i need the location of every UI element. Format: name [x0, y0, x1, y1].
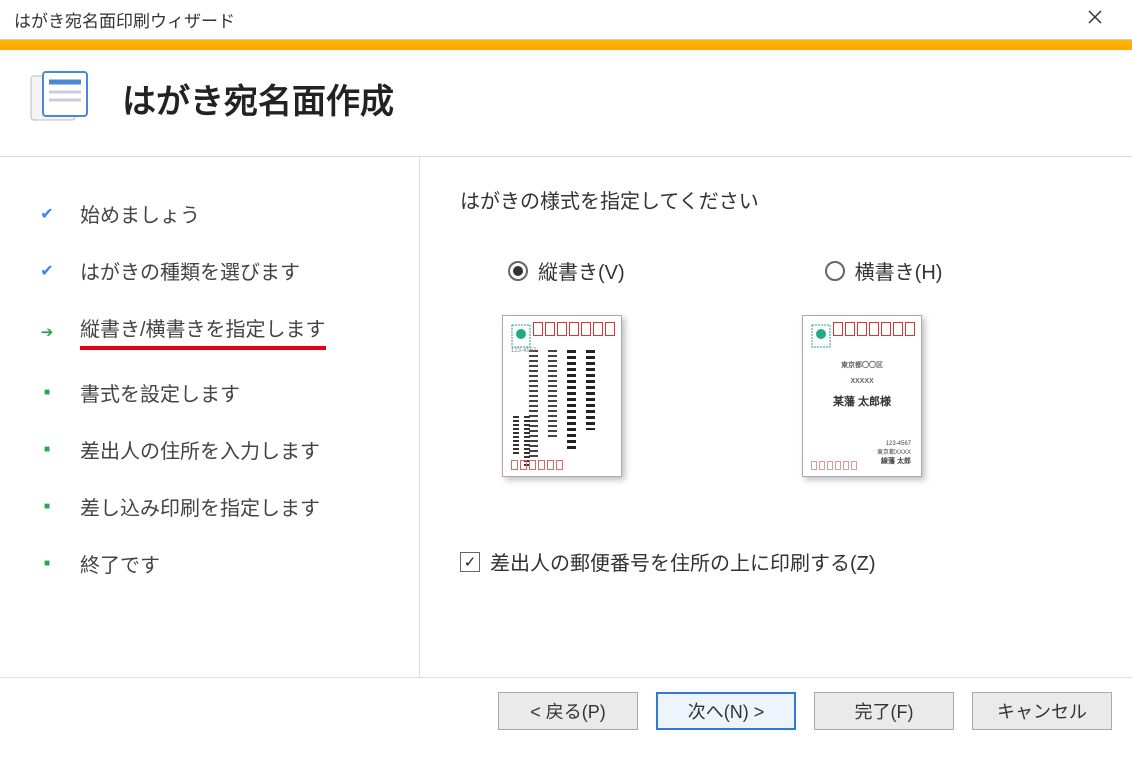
checkbox-label: 差出人の郵便番号を住所の上に印刷する(Z) [490, 547, 876, 576]
accent-strip [0, 40, 1132, 50]
radio-vertical[interactable]: 縦書き(V) [508, 256, 625, 285]
radio-icon [825, 261, 845, 281]
wizard-icon [24, 68, 94, 128]
step-label: 縦書き/横書きを指定します [80, 313, 326, 350]
cancel-button[interactable]: キャンセル [972, 692, 1112, 730]
window-title: はがき宛名面印刷ウィザード [14, 7, 235, 32]
step-label: 差出人の住所を入力します [80, 435, 320, 464]
radio-label: 縦書き(V) [538, 256, 625, 285]
dot-icon: ■ [38, 558, 56, 569]
step-label: 始めましょう [80, 199, 200, 228]
sender-postal-boxes [511, 460, 563, 470]
dot-icon: ■ [38, 501, 56, 512]
checkbox-icon-checked: ✓ [460, 552, 480, 572]
step-label: はがきの種類を選びます [80, 256, 300, 285]
radio-horizontal[interactable]: 横書き(H) [825, 256, 943, 285]
postal-boxes [833, 322, 915, 336]
banner-title: はがき宛名面作成 [122, 74, 394, 123]
radio-label: 横書き(H) [855, 256, 943, 285]
banner: はがき宛名面作成 [0, 50, 1132, 157]
stamp-icon [511, 324, 531, 348]
check-icon: ✔ [38, 261, 56, 281]
check-icon: ✔ [38, 204, 56, 224]
small-code: 123-4567 [511, 348, 536, 354]
step-item: ■ 差出人の住所を入力します [0, 421, 419, 478]
radio-icon-selected [508, 261, 528, 281]
footer: < 戻る(P) 次へ(N) > 完了(F) キャンセル [0, 677, 1132, 744]
stamp-icon [811, 324, 831, 348]
step-item: ✔ 始めましょう [0, 185, 419, 242]
dot-icon: ■ [38, 387, 56, 398]
dot-icon: ■ [38, 444, 56, 455]
finish-button[interactable]: 完了(F) [814, 692, 954, 730]
steps-sidebar: ✔ 始めましょう ✔ はがきの種類を選びます ➔ 縦書き/横書きを指定します ■… [0, 157, 420, 677]
step-item: ■ 終了です [0, 535, 419, 592]
sender-postal-boxes [811, 461, 857, 470]
close-icon [1087, 8, 1103, 31]
step-item: ■ 書式を設定します [0, 364, 419, 421]
step-label: 書式を設定します [80, 378, 240, 407]
arrow-icon: ➔ [38, 323, 56, 341]
main-panel: はがきの様式を指定してください 縦書き(V) 横書き(H) [420, 157, 1132, 677]
close-button[interactable] [1072, 5, 1118, 35]
step-item: ✔ はがきの種類を選びます [0, 242, 419, 299]
preview-vertical: 123-4567 [502, 315, 622, 477]
step-item-current: ➔ 縦書き/横書きを指定します [0, 299, 419, 364]
preview-horizontal: 東京都〇〇区 XXXXX 某藩 太郎様 123-4567 東京都XXXX 線藩 … [802, 315, 922, 477]
step-label: 差し込み印刷を指定します [80, 492, 320, 521]
postal-boxes [533, 322, 615, 336]
checkbox-postal-above-address[interactable]: ✓ 差出人の郵便番号を住所の上に印刷する(Z) [460, 547, 1092, 576]
next-button[interactable]: 次へ(N) > [656, 692, 796, 730]
horizontal-text-preview: 東京都〇〇区 XXXXX 某藩 太郎様 [813, 360, 911, 409]
titlebar: はがき宛名面印刷ウィザード [0, 0, 1132, 40]
sender-vertical [513, 416, 530, 466]
step-item: ■ 差し込み印刷を指定します [0, 478, 419, 535]
prompt-text: はがきの様式を指定してください [460, 185, 1092, 214]
step-label: 終了です [80, 549, 160, 578]
back-button[interactable]: < 戻る(P) [498, 692, 638, 730]
